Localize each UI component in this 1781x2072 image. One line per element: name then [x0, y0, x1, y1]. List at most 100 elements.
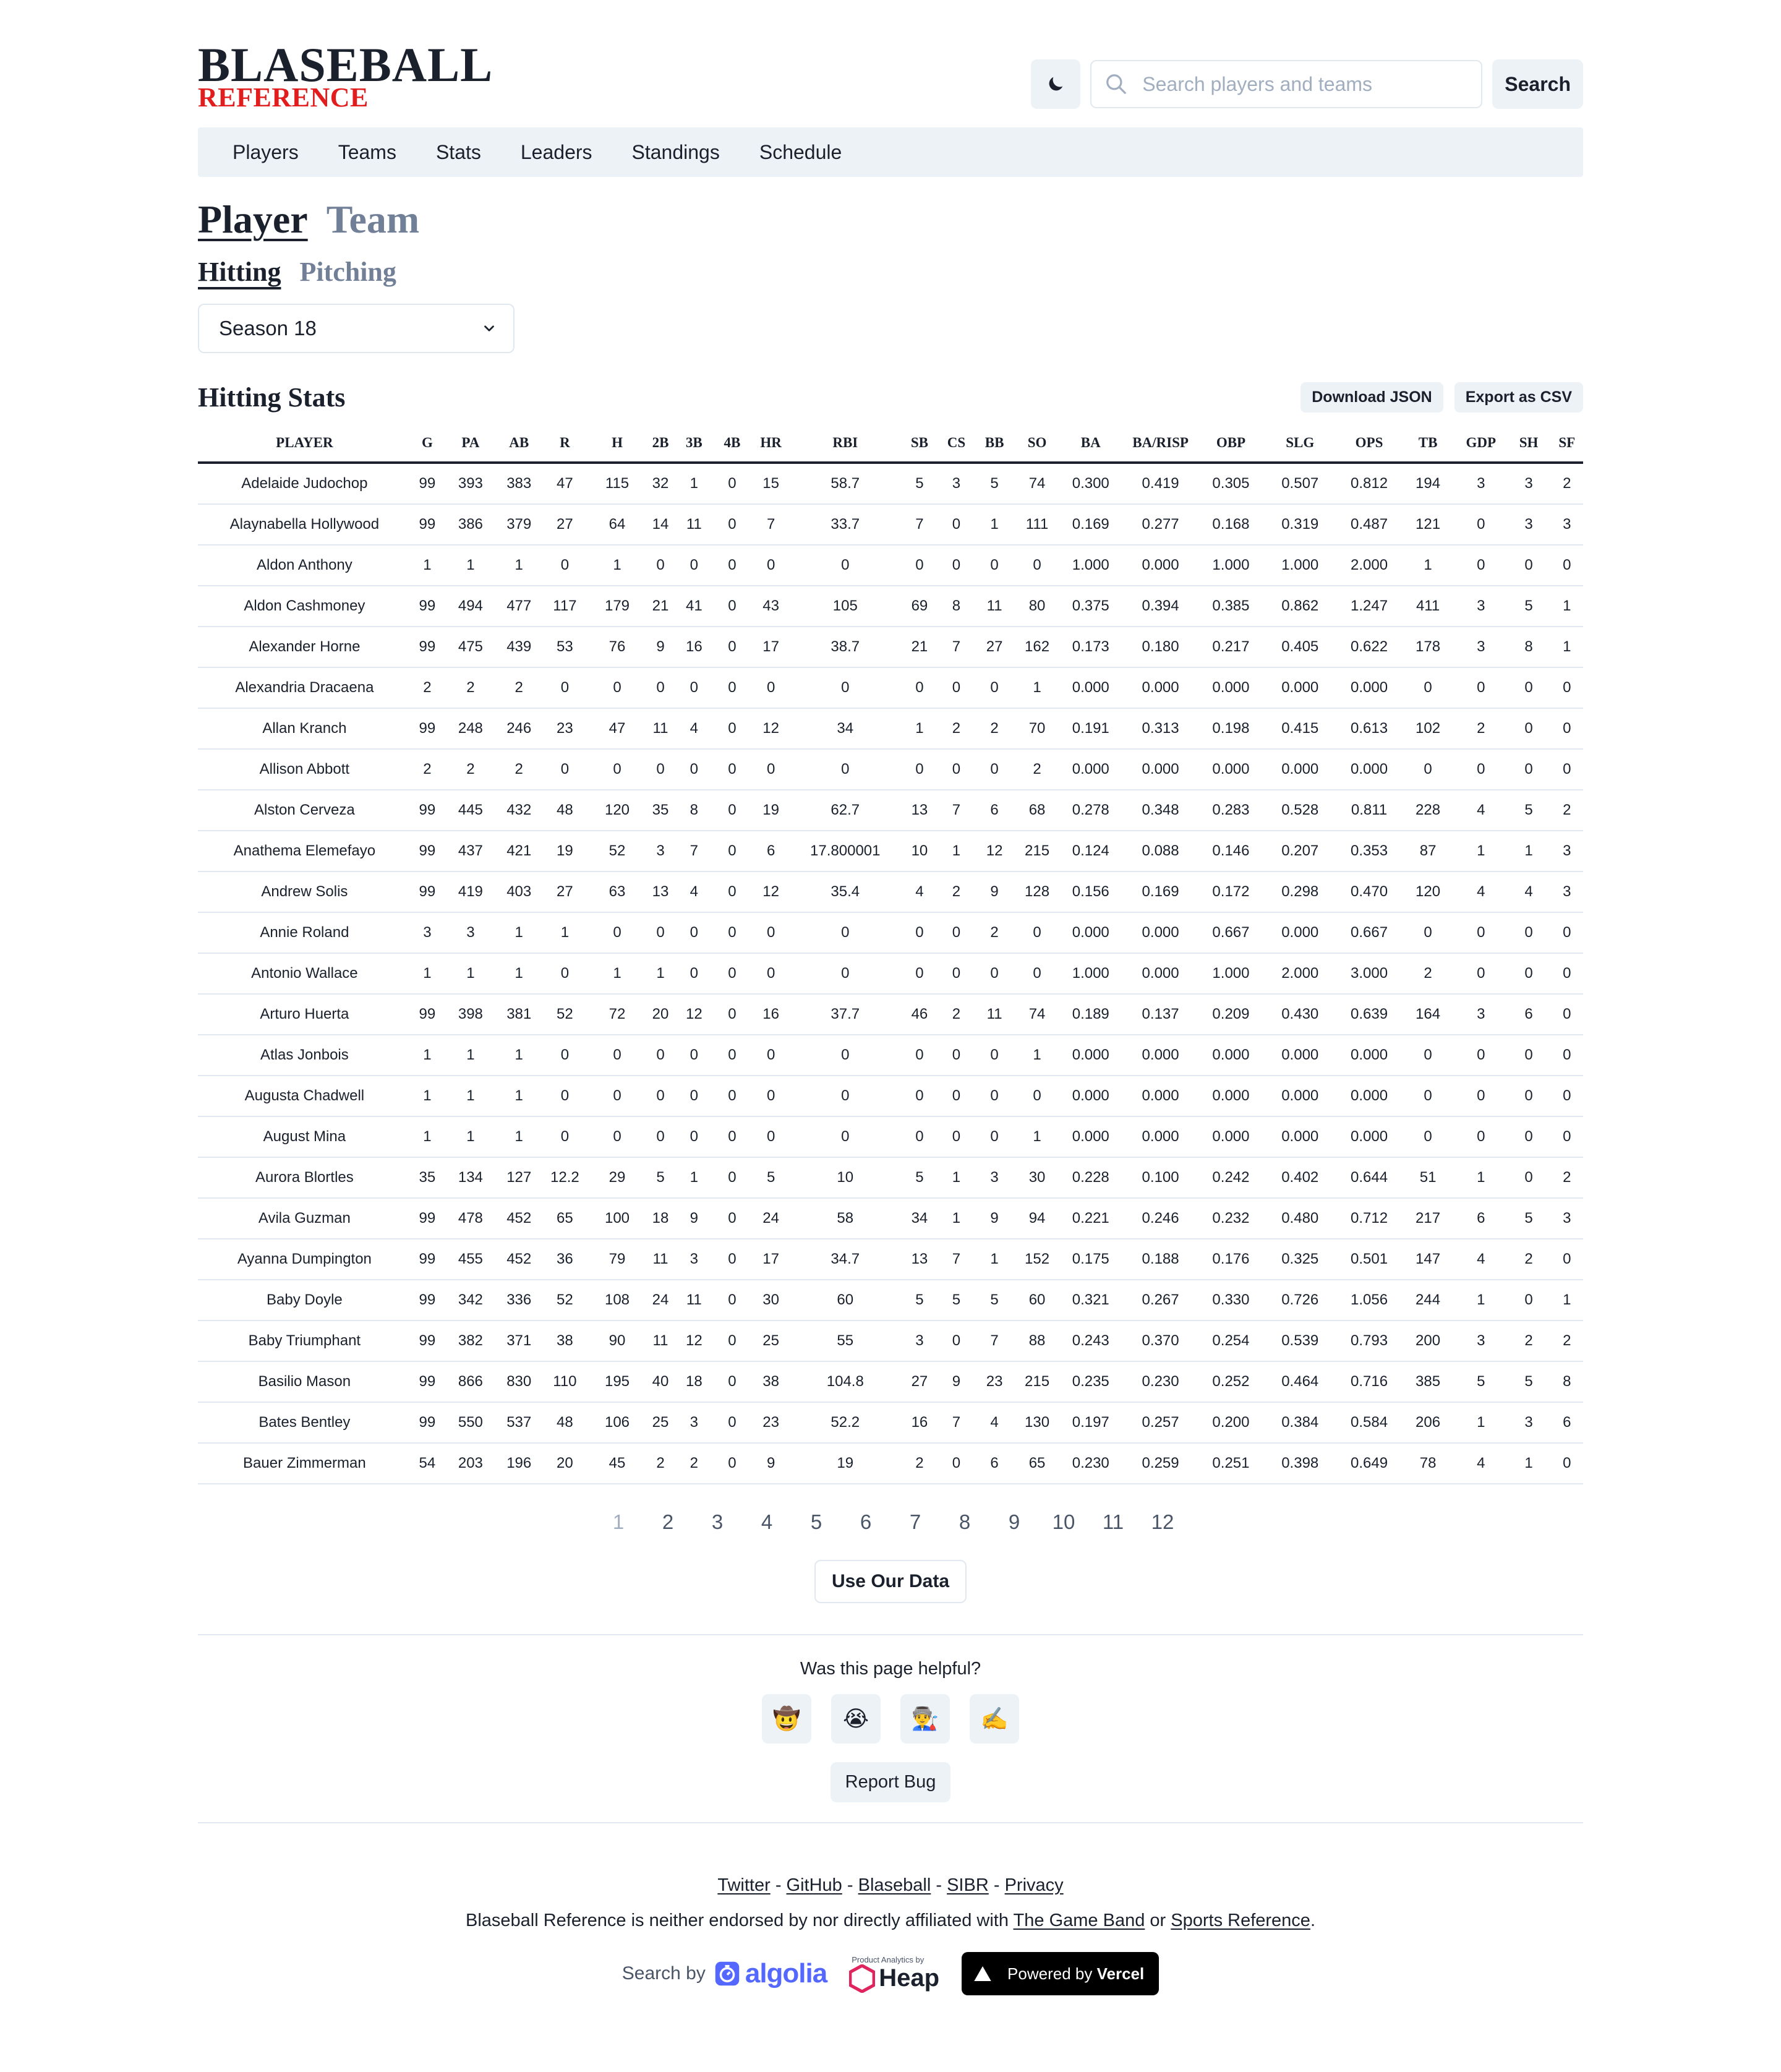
footer-link-blaseball[interactable]: Blaseball [858, 1875, 931, 1895]
player-name-cell[interactable]: Adelaide Judochop [198, 463, 411, 505]
player-name-cell[interactable]: Allison Abbott [198, 749, 411, 790]
column-header[interactable]: G [411, 424, 443, 464]
player-name-cell[interactable]: Avila Guzman [198, 1198, 411, 1239]
season-select[interactable]: Season 18 [198, 304, 515, 353]
column-header[interactable]: BA/RISP [1121, 424, 1200, 464]
nav-standings[interactable]: Standings [632, 141, 720, 164]
player-name-cell[interactable]: Anathema Elemefayo [198, 831, 411, 872]
stat-cell: 1 [411, 1035, 443, 1076]
column-header[interactable]: AB [497, 424, 540, 464]
column-header[interactable]: 2B [644, 424, 677, 464]
player-name-cell[interactable]: Bates Bentley [198, 1402, 411, 1444]
column-header[interactable]: BA [1059, 424, 1122, 464]
report-bug-button[interactable]: Report Bug [830, 1762, 951, 1802]
tab-hitting[interactable]: Hitting [198, 256, 281, 288]
column-header[interactable]: CS [938, 424, 975, 464]
player-name-cell[interactable]: Alexander Horne [198, 627, 411, 668]
player-name-cell[interactable]: Aldon Cashmoney [198, 586, 411, 627]
page-link[interactable]: 9 [989, 1510, 1039, 1534]
nav-players[interactable]: Players [233, 141, 299, 164]
column-header[interactable]: BB [974, 424, 1015, 464]
page-link[interactable]: 11 [1088, 1510, 1138, 1534]
player-name-cell[interactable]: Annie Roland [198, 912, 411, 954]
player-name-cell[interactable]: Allan Kranch [198, 708, 411, 750]
disclaimer-link-game-band[interactable]: The Game Band [1014, 1911, 1145, 1930]
page-link[interactable]: 4 [742, 1510, 792, 1534]
page-link[interactable]: 5 [792, 1510, 841, 1534]
column-header[interactable]: R [540, 424, 590, 464]
stat-cell: 0 [676, 1116, 712, 1158]
player-name-cell[interactable]: Baby Triumphant [198, 1321, 411, 1362]
column-header[interactable]: PA [443, 424, 498, 464]
disclaimer-link-sports-reference[interactable]: Sports Reference [1171, 1911, 1310, 1930]
page-link[interactable]: 12 [1138, 1510, 1187, 1534]
column-header[interactable]: PLAYER [198, 424, 411, 464]
player-name-cell[interactable]: Basilio Mason [198, 1361, 411, 1403]
player-name-cell[interactable]: Antonio Wallace [198, 953, 411, 995]
column-header[interactable]: SB [900, 424, 939, 464]
download-json-button[interactable]: Download JSON [1301, 382, 1443, 413]
heap-badge[interactable]: Product Analytics by Heap [849, 1955, 939, 1993]
column-header[interactable]: RBI [789, 424, 901, 464]
feedback-factory-worker-button[interactable]: 👨‍🏭 [900, 1694, 950, 1744]
player-name-cell[interactable]: Arturo Huerta [198, 994, 411, 1035]
player-name-cell[interactable]: Alston Cerveza [198, 790, 411, 831]
footer-link-twitter[interactable]: Twitter [717, 1875, 770, 1895]
stat-cell: 5 [644, 1157, 677, 1199]
page-link[interactable]: 7 [890, 1510, 940, 1534]
site-logo[interactable]: BLASEBALL REFERENCE [198, 41, 493, 111]
footer-link-sibr[interactable]: SIBR [947, 1875, 989, 1895]
column-header[interactable]: SO [1014, 424, 1060, 464]
nav-teams[interactable]: Teams [338, 141, 396, 164]
player-name-cell[interactable]: Alexandria Dracaena [198, 667, 411, 709]
page-link[interactable]: 1 [594, 1510, 643, 1534]
player-name-cell[interactable]: Ayanna Dumpington [198, 1239, 411, 1280]
tab-pitching[interactable]: Pitching [299, 256, 396, 288]
algolia-badge[interactable]: Search by algolia [622, 1958, 827, 1989]
nav-schedule[interactable]: Schedule [759, 141, 842, 164]
stat-cell: 10 [789, 1157, 901, 1199]
page-link[interactable]: 6 [841, 1510, 890, 1534]
player-name-cell[interactable]: Atlas Jonbois [198, 1035, 411, 1076]
page-link[interactable]: 3 [693, 1510, 742, 1534]
nav-stats[interactable]: Stats [436, 141, 481, 164]
player-name-cell[interactable]: Baby Doyle [198, 1280, 411, 1321]
column-header[interactable]: OPS [1337, 424, 1401, 464]
column-header[interactable]: SLG [1262, 424, 1338, 464]
column-header[interactable]: TB [1401, 424, 1455, 464]
column-header[interactable]: SH [1506, 424, 1551, 464]
tab-player[interactable]: Player [198, 197, 308, 242]
column-header[interactable]: HR [752, 424, 790, 464]
column-header[interactable]: SF [1550, 424, 1583, 464]
footer-link-privacy[interactable]: Privacy [1005, 1875, 1064, 1895]
feedback-crying-button[interactable]: 😭 [831, 1694, 881, 1744]
footer-link-github[interactable]: GitHub [787, 1875, 842, 1895]
feedback-writing-hand-button[interactable]: ✍️ [970, 1694, 1019, 1744]
vercel-badge[interactable]: Powered by Vercel [962, 1952, 1160, 1995]
column-header[interactable]: GDP [1454, 424, 1507, 464]
player-name-cell[interactable]: Aldon Anthony [198, 545, 411, 586]
player-name-cell[interactable]: Bauer Zimmerman [198, 1443, 411, 1484]
feedback-cowboy-button[interactable]: 🤠 [762, 1694, 811, 1744]
page-link[interactable]: 2 [643, 1510, 693, 1534]
column-header[interactable]: H [589, 424, 645, 464]
search-input[interactable] [1141, 72, 1466, 96]
use-our-data-button[interactable]: Use Our Data [814, 1560, 967, 1603]
player-name-cell[interactable]: Aurora Blortles [198, 1157, 411, 1199]
export-csv-button[interactable]: Export as CSV [1454, 382, 1583, 413]
player-name-cell[interactable]: August Mina [198, 1116, 411, 1158]
nav-leaders[interactable]: Leaders [521, 141, 592, 164]
player-name-cell[interactable]: Alaynabella Hollywood [198, 504, 411, 546]
stat-cell: 248 [443, 708, 498, 750]
page-link[interactable]: 10 [1039, 1510, 1088, 1534]
player-name-cell[interactable]: Augusta Chadwell [198, 1076, 411, 1117]
column-header[interactable]: OBP [1199, 424, 1263, 464]
column-header[interactable]: 4B [712, 424, 753, 464]
player-name-cell[interactable]: Andrew Solis [198, 871, 411, 913]
page-link[interactable]: 8 [940, 1510, 989, 1534]
tab-team[interactable]: Team [327, 197, 420, 242]
search-button[interactable]: Search [1492, 59, 1583, 109]
dark-mode-toggle[interactable] [1031, 59, 1081, 109]
column-header[interactable]: 3B [676, 424, 712, 464]
stat-cell: 0.000 [1121, 1116, 1200, 1158]
